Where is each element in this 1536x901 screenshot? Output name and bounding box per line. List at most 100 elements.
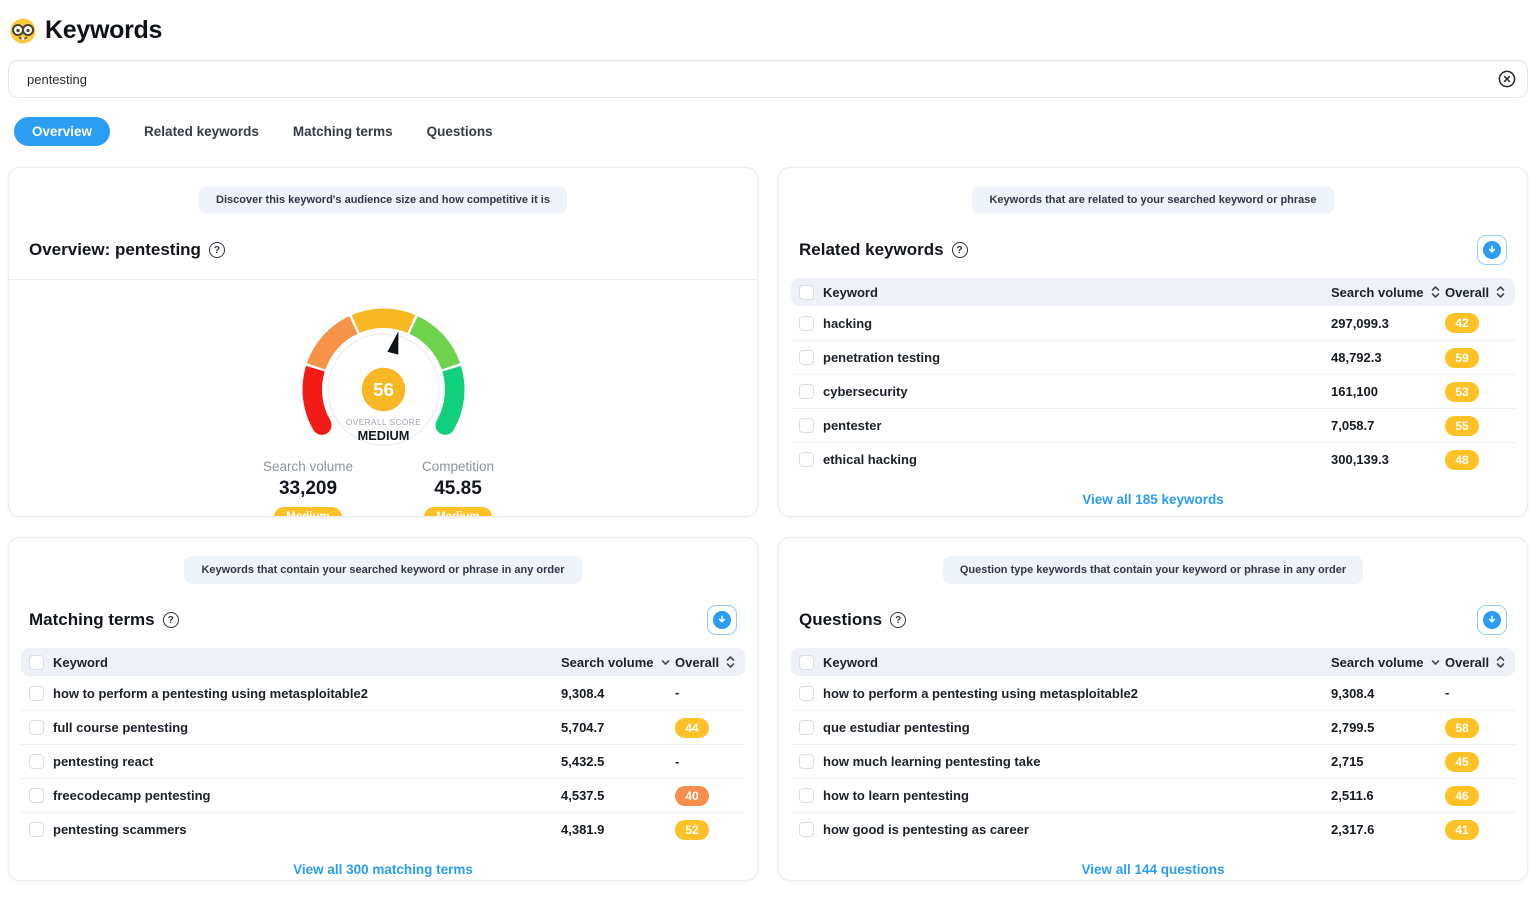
overall-cell: 52 [675, 820, 737, 840]
table-row[interactable]: cybersecurity 161,100 53 [791, 374, 1515, 408]
search-volume-cell: 7,058.7 [1331, 418, 1445, 433]
select-all-checkbox[interactable] [29, 655, 44, 670]
search-input[interactable] [8, 60, 1528, 98]
download-icon [1483, 241, 1501, 259]
gauge-score: 56 [373, 379, 394, 400]
keyword-cell: pentesting react [53, 754, 561, 769]
questions-table: how to perform a pentesting using metasp… [779, 676, 1527, 846]
view-all-questions-link[interactable]: View all 144 questions [1081, 862, 1224, 877]
search-volume-cell: 161,100 [1331, 384, 1445, 399]
gauge-level: MEDIUM [357, 428, 409, 443]
overall-badge: 46 [1445, 786, 1479, 806]
table-row[interactable]: hacking 297,099.3 42 [791, 306, 1515, 340]
keyword-cell: how good is pentesting as career [823, 822, 1331, 837]
row-checkbox[interactable] [29, 686, 44, 701]
tab-related-keywords[interactable]: Related keywords [144, 117, 259, 146]
sort-both-icon[interactable] [726, 655, 735, 669]
sort-desc-icon[interactable] [661, 659, 670, 666]
row-checkbox[interactable] [799, 418, 814, 433]
help-icon[interactable]: ? [209, 242, 225, 258]
table-row[interactable]: pentesting react 5,432.5 - [21, 744, 745, 778]
tab-overview[interactable]: Overview [14, 117, 110, 146]
related-keywords-table: hacking 297,099.3 42 penetration testing… [779, 306, 1527, 476]
keyword-cell: pentesting scammers [53, 822, 561, 837]
overall-badge: 53 [1445, 382, 1479, 402]
row-checkbox[interactable] [799, 384, 814, 399]
clear-search-button[interactable] [1497, 69, 1517, 89]
row-checkbox[interactable] [799, 788, 814, 803]
matching-terms-table: how to perform a pentesting using metasp… [9, 676, 757, 846]
select-all-checkbox[interactable] [799, 285, 814, 300]
view-all-keywords-link[interactable]: View all 185 keywords [1082, 492, 1224, 507]
overall-badge: 44 [675, 718, 709, 738]
keyword-cell: ethical hacking [823, 452, 1331, 467]
overall-badge: 41 [1445, 820, 1479, 840]
row-checkbox[interactable] [799, 350, 814, 365]
help-icon[interactable]: ? [952, 242, 968, 258]
help-icon[interactable]: ? [163, 612, 179, 628]
row-checkbox[interactable] [799, 686, 814, 701]
overview-hint: Discover this keyword's audience size an… [199, 186, 567, 214]
row-checkbox[interactable] [29, 720, 44, 735]
download-button[interactable] [1477, 235, 1507, 265]
table-row[interactable]: how to perform a pentesting using metasp… [791, 676, 1515, 710]
download-button[interactable] [707, 605, 737, 635]
download-button[interactable] [1477, 605, 1507, 635]
overall-cell: 45 [1445, 752, 1507, 772]
view-all-matching-terms-link[interactable]: View all 300 matching terms [293, 862, 473, 877]
keyword-cell: how to perform a pentesting using metasp… [53, 686, 561, 701]
sort-both-icon[interactable] [1496, 285, 1505, 299]
table-row[interactable]: ethical hacking 300,139.3 48 [791, 442, 1515, 476]
search-volume-cell: 2,317.6 [1331, 822, 1445, 837]
overview-metrics: Search volume 33,209 Medium Competition … [9, 459, 757, 518]
table-row[interactable]: full course pentesting 5,704.7 44 [21, 710, 745, 744]
overall-cell: 40 [675, 786, 737, 806]
table-row[interactable]: how to learn pentesting 2,511.6 46 [791, 778, 1515, 812]
questions-hint: Question type keywords that contain your… [943, 556, 1363, 584]
table-row[interactable]: how much learning pentesting take 2,715 … [791, 744, 1515, 778]
row-checkbox[interactable] [799, 822, 814, 837]
gauge-endcap [312, 415, 332, 435]
keyword-cell: how to learn pentesting [823, 788, 1331, 803]
table-row[interactable]: how to perform a pentesting using metasp… [21, 676, 745, 710]
gauge-segment [355, 318, 411, 324]
row-checkbox[interactable] [799, 754, 814, 769]
table-row[interactable]: que estudiar pentesting 2,799.5 58 [791, 710, 1515, 744]
row-checkbox[interactable] [799, 720, 814, 735]
sort-both-icon[interactable] [1496, 655, 1505, 669]
tab-matching-terms[interactable]: Matching terms [293, 117, 393, 146]
keyword-cell: how to perform a pentesting using metasp… [823, 686, 1331, 701]
row-checkbox[interactable] [799, 316, 814, 331]
overall-badge: 59 [1445, 348, 1479, 368]
keyword-cell: freecodecamp pentesting [53, 788, 561, 803]
row-checkbox[interactable] [799, 452, 814, 467]
overall-badge: 55 [1445, 416, 1479, 436]
sort-desc-icon[interactable] [1431, 659, 1440, 666]
search-volume-cell: 2,511.6 [1331, 788, 1445, 803]
row-checkbox[interactable] [29, 822, 44, 837]
table-row[interactable]: how good is pentesting as career 2,317.6… [791, 812, 1515, 846]
search-volume-cell: 2,715 [1331, 754, 1445, 769]
help-icon[interactable]: ? [890, 612, 906, 628]
select-all-checkbox[interactable] [799, 655, 814, 670]
table-row[interactable]: pentester 7,058.7 55 [791, 408, 1515, 442]
row-checkbox[interactable] [29, 788, 44, 803]
overall-cell: 46 [1445, 786, 1507, 806]
related-keywords-card: Keywords that are related to your search… [778, 167, 1528, 517]
overall-badge: 58 [1445, 718, 1479, 738]
overview-card-title: Overview: pentesting ? [29, 240, 225, 260]
sort-both-icon[interactable] [1431, 285, 1440, 299]
search-volume-cell: 4,537.5 [561, 788, 675, 803]
keyword-cell: pentester [823, 418, 1331, 433]
search-volume-cell: 300,139.3 [1331, 452, 1445, 467]
table-row[interactable]: freecodecamp pentesting 4,537.5 40 [21, 778, 745, 812]
page-title: Keywords [45, 16, 162, 45]
table-row[interactable]: pentesting scammers 4,381.9 52 [21, 812, 745, 846]
overall-badge: - [1445, 685, 1449, 700]
search-volume-cell: 9,308.4 [1331, 686, 1445, 701]
overall-score-gauge: 56 OVERALL SCORE MEDIUM [271, 292, 496, 447]
tab-questions[interactable]: Questions [427, 117, 493, 146]
related-hint: Keywords that are related to your search… [972, 186, 1333, 214]
row-checkbox[interactable] [29, 754, 44, 769]
table-row[interactable]: penetration testing 48,792.3 59 [791, 340, 1515, 374]
